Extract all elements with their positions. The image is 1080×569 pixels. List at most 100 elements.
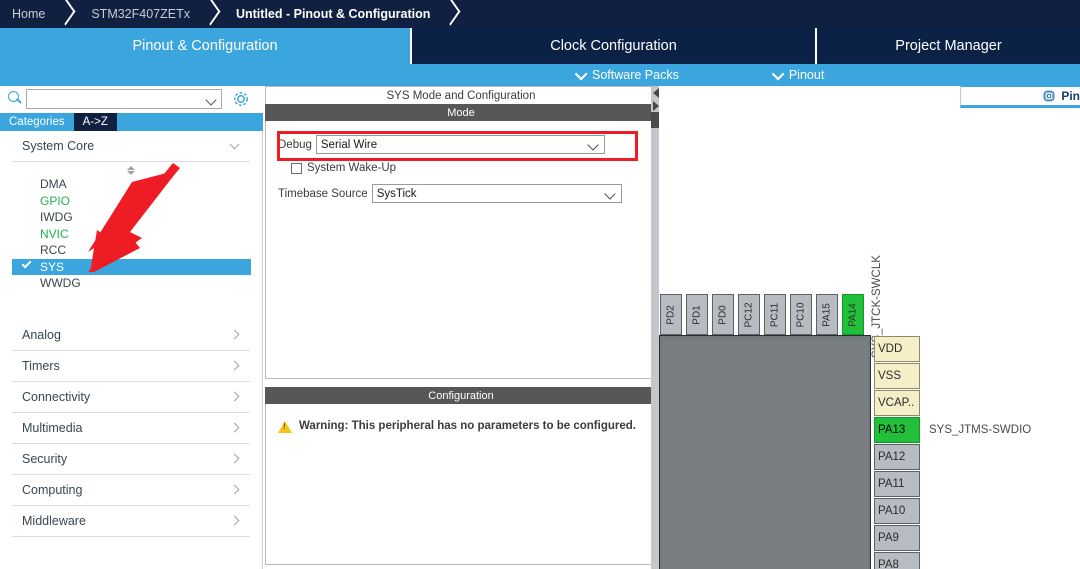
sidebar-group-multimedia[interactable]: Multimedia <box>12 413 250 444</box>
pin-vdd[interactable]: VDD <box>874 336 920 362</box>
pinout-view: Pin SYS_JTCK-SWCLK PD2 PD1 PD0 PC12 PC11… <box>659 86 1080 569</box>
tab-clock-configuration[interactable]: Clock Configuration <box>412 28 815 64</box>
sidebar-search-row <box>0 86 263 112</box>
chevron-down-icon <box>574 67 588 80</box>
warning-message: Warning: This peripheral has no paramete… <box>299 420 636 432</box>
search-icon <box>4 88 26 110</box>
peripheral-label: WWDG <box>40 276 81 291</box>
system-wakeup-row[interactable]: System Wake-Up <box>291 162 644 174</box>
pin-pc10[interactable]: PC10 <box>790 294 812 335</box>
pin-vss[interactable]: VSS <box>874 363 920 389</box>
sidebar-group-connectivity[interactable]: Connectivity <box>12 382 250 413</box>
tab-pinout-configuration[interactable]: Pinout & Configuration <box>0 28 410 64</box>
pin-label: PD0 <box>717 304 729 325</box>
pin-pa12[interactable]: PA12 <box>874 444 920 470</box>
timebase-field-row: Timebase Source SysTick <box>278 184 644 203</box>
pin-signal-label-pa13: SYS_JTMS-SWDIO <box>929 424 1032 436</box>
breadcrumb-label: Home <box>12 7 46 21</box>
panel-title-label: SYS Mode and Configuration <box>386 89 536 102</box>
sidebar-group-middleware[interactable]: Middleware <box>12 506 250 537</box>
breadcrumb-item-device[interactable]: STM32F407ZETx <box>79 0 190 28</box>
search-box[interactable] <box>26 89 222 109</box>
pin-pa8[interactable]: PA8 <box>874 552 920 569</box>
group-label: Computing <box>22 482 83 497</box>
scroll-indicator[interactable] <box>12 164 250 176</box>
sidebar-group-system-core[interactable]: System Core <box>12 131 250 162</box>
panel-splitter[interactable] <box>651 86 659 569</box>
pin-pd0[interactable]: PD0 <box>712 294 734 335</box>
peripheral-item-gpio[interactable]: GPIO <box>40 193 250 210</box>
pin-pa14[interactable]: PA14 <box>842 294 864 335</box>
chevron-down-icon <box>229 139 240 150</box>
menu-pinout[interactable]: Pinout <box>771 67 824 82</box>
configuration-section-body: Warning: This peripheral has no paramete… <box>265 404 657 565</box>
breadcrumb-item-current[interactable]: Untitled - Pinout & Configuration <box>224 0 430 28</box>
pin-pa9[interactable]: PA9 <box>874 525 920 551</box>
warning-triangle-icon <box>278 421 292 433</box>
pin-label: PC12 <box>743 301 755 328</box>
peripheral-item-dma[interactable]: DMA <box>40 176 250 193</box>
pin-pa13[interactable]: PA13 <box>874 417 920 443</box>
mode-header-label: Mode <box>447 106 475 119</box>
tab-label: Categories <box>9 116 65 128</box>
peripheral-item-nvic[interactable]: NVIC <box>40 226 250 243</box>
sidebar-groups: System Core DMA GPIO IWDG NVIC RCC SYS W… <box>0 131 262 537</box>
breadcrumb-label: Untitled - Pinout & Configuration <box>235 7 431 21</box>
pin-pc11[interactable]: PC11 <box>764 294 786 335</box>
peripheral-item-iwdg[interactable]: IWDG <box>40 209 250 226</box>
pin-pc12[interactable]: PC12 <box>738 294 760 335</box>
peripheral-item-sys[interactable]: SYS <box>12 258 251 275</box>
tab-a-to-z[interactable]: A->Z <box>73 113 117 131</box>
debug-label: Debug <box>278 138 312 151</box>
system-wakeup-checkbox[interactable] <box>291 162 302 174</box>
breadcrumb-item-home[interactable]: Home <box>0 0 45 28</box>
sub-toolbar: Software Packs Pinout <box>0 64 1080 86</box>
chevron-right-icon <box>229 360 240 371</box>
pin-pa11[interactable]: PA11 <box>874 471 920 497</box>
chevron-right-icon <box>229 484 240 495</box>
arrow-up-icon <box>127 165 135 170</box>
peripheral-label: GPIO <box>40 193 71 208</box>
chip-package-surface <box>662 340 868 569</box>
peripheral-item-rcc[interactable]: RCC <box>40 242 250 259</box>
debug-dropdown[interactable]: Serial Wire <box>315 135 605 154</box>
breadcrumb: Home STM32F407ZETx Untitled - Pinout & C… <box>0 0 1080 28</box>
chevron-right-icon <box>229 329 240 340</box>
check-icon <box>21 258 32 268</box>
peripheral-list: DMA GPIO IWDG NVIC RCC SYS WWDG <box>12 176 251 292</box>
sidebar-group-analog[interactable]: Analog <box>12 320 250 351</box>
peripheral-label: IWDG <box>40 210 73 225</box>
pin-pd1[interactable]: PD1 <box>686 294 708 335</box>
menu-label: Software Packs <box>592 68 679 82</box>
breadcrumb-separator-icon <box>438 0 464 28</box>
tab-categories[interactable]: Categories <box>0 113 74 131</box>
pin-vcap[interactable]: VCAP.. <box>874 390 920 416</box>
group-label: Connectivity <box>22 389 91 404</box>
tab-label: A->Z <box>82 116 108 128</box>
pin-pa15[interactable]: PA15 <box>816 294 838 335</box>
arrow-down-icon <box>127 170 135 175</box>
pinout-view-button[interactable]: Pin <box>960 86 1080 108</box>
breadcrumb-separator-icon <box>53 0 79 28</box>
pin-pa10[interactable]: PA10 <box>874 498 920 524</box>
timebase-dropdown[interactable]: SysTick <box>371 184 622 203</box>
menu-software-packs[interactable]: Software Packs <box>574 67 679 82</box>
chevron-down-icon[interactable] <box>205 94 217 106</box>
peripheral-label: SYS <box>40 259 65 274</box>
gear-icon[interactable] <box>232 90 250 108</box>
pin-pd2[interactable]: PD2 <box>660 294 682 335</box>
sidebar-group-security[interactable]: Security <box>12 444 250 475</box>
peripheral-item-wwdg[interactable]: WWDG <box>40 275 250 292</box>
sidebar-group-computing[interactable]: Computing <box>12 475 250 506</box>
sidebar-group-timers[interactable]: Timers <box>12 351 250 382</box>
sidebar-scroll-area[interactable]: System Core DMA GPIO IWDG NVIC RCC SYS W… <box>0 131 263 569</box>
peripheral-label: NVIC <box>40 226 69 241</box>
splitter-handle[interactable] <box>651 112 659 128</box>
group-label: Analog <box>22 327 61 342</box>
search-input[interactable] <box>27 90 201 108</box>
chevron-right-icon <box>229 515 240 526</box>
mode-configuration-panel: SYS Mode and Configuration Mode Debug Se… <box>265 86 657 569</box>
pinout-view-button-label: Pin <box>1061 89 1080 103</box>
tab-project-manager[interactable]: Project Manager <box>817 28 1080 64</box>
